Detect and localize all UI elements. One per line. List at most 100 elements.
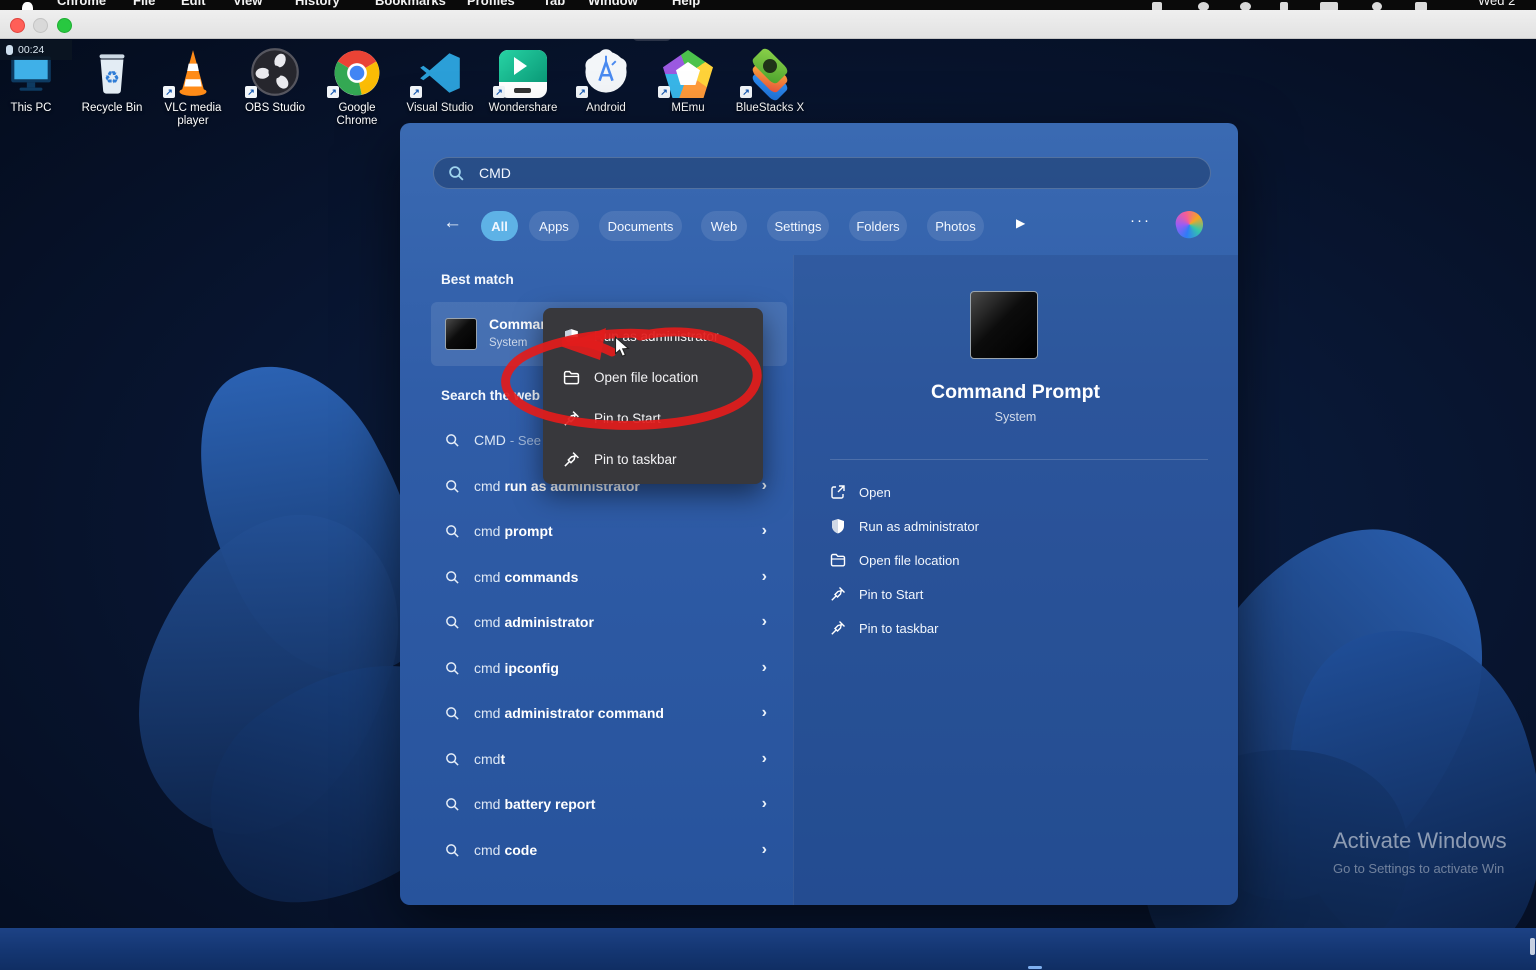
search-suggestion-row[interactable]: cmd administrator › <box>433 600 777 644</box>
status-icon[interactable] <box>1240 2 1251 10</box>
recycle-bin-icon: ♻ <box>72 44 152 98</box>
action-label: Open file location <box>859 552 960 568</box>
menubar-item-view[interactable]: View <box>233 0 262 8</box>
divider <box>830 459 1208 460</box>
shortcut-arrow-icon: ↗ <box>245 86 257 98</box>
suggestion-text: cmd <box>474 751 501 767</box>
action-label: Run as administrator <box>859 518 979 534</box>
search-icon <box>445 843 460 858</box>
filter-tab-apps[interactable]: Apps <box>529 211 579 241</box>
context-menu-item-pin-to-taskbar[interactable]: Pin to taskbar <box>543 439 763 480</box>
running-app-indicator <box>1028 966 1042 969</box>
control-center-icon[interactable] <box>1415 2 1427 10</box>
filter-overflow-arrow-icon[interactable]: ▶ <box>1016 216 1025 230</box>
search-web-header: Search the web <box>441 388 541 403</box>
filter-tab-web[interactable]: Web <box>701 211 747 241</box>
close-window-button[interactable] <box>10 18 25 33</box>
suggestion-text: cmd <box>474 523 501 539</box>
more-options-button[interactable]: ··· <box>1130 212 1151 229</box>
suggestion-note: - See <box>509 432 541 448</box>
shortcut-arrow-icon: ↗ <box>163 86 175 98</box>
best-match-subtitle: System <box>489 337 528 349</box>
filter-tab-folders[interactable]: Folders <box>849 211 907 241</box>
menubar-item-chrome[interactable]: Chrome <box>57 0 106 8</box>
search-suggestion-row[interactable]: cmd prompt › <box>433 509 777 553</box>
search-icon <box>445 479 460 494</box>
suggestion-text: cmd <box>474 660 501 676</box>
minimize-window-button[interactable] <box>33 18 48 33</box>
battery-icon[interactable] <box>1320 2 1338 10</box>
filter-tab-documents[interactable]: Documents <box>599 211 682 241</box>
menubar-item-help[interactable]: Help <box>672 0 700 8</box>
status-icon[interactable] <box>1280 2 1288 10</box>
desktop-icon-vlc[interactable]: ↗ VLC media player <box>153 44 233 128</box>
back-arrow-icon[interactable]: ← <box>443 212 462 234</box>
status-icon[interactable] <box>1198 2 1209 10</box>
context-menu-item-run-as-admin[interactable]: Run as administrator <box>543 316 763 357</box>
search-suggestion-row[interactable]: cmd ipconfig › <box>433 646 777 690</box>
spotlight-icon[interactable] <box>1372 2 1382 10</box>
menubar-item-history[interactable]: History <box>295 0 340 8</box>
desktop-icon-label: This PC <box>10 102 52 114</box>
desktop-icon-label: Visual Studio <box>406 102 474 114</box>
desktop-icon-memu[interactable]: ↗ MEmu <box>648 44 728 115</box>
search-suggestion-row[interactable]: cmd battery report › <box>433 782 777 826</box>
context-menu-item-pin-to-start[interactable]: Pin to Start <box>543 398 763 439</box>
filter-tab-settings[interactable]: Settings <box>767 211 829 241</box>
action-pin-to-start[interactable]: Pin to Start <box>830 580 1210 608</box>
desktop-icon-label: Recycle Bin <box>81 102 143 114</box>
google-chrome-icon: ↗ <box>317 44 397 98</box>
chevron-right-icon[interactable]: › <box>762 568 767 586</box>
action-open[interactable]: Open <box>830 478 1210 506</box>
search-icon <box>445 752 460 767</box>
folder-icon <box>563 370 580 385</box>
status-icon[interactable] <box>1152 2 1162 10</box>
desktop-icon-label: Android <box>586 102 626 114</box>
tray-edge-icon[interactable] <box>1530 938 1535 955</box>
zoom-window-button[interactable] <box>57 18 72 33</box>
chevron-right-icon[interactable]: › <box>762 522 767 540</box>
menubar-item-tab[interactable]: Tab <box>543 0 565 8</box>
suggestion-text-bold: prompt <box>504 523 553 539</box>
action-run-as-admin[interactable]: Run as administrator <box>830 512 1210 540</box>
search-suggestion-row[interactable]: cmd t › <box>433 737 777 781</box>
search-box[interactable] <box>433 157 1211 189</box>
chevron-right-icon[interactable]: › <box>762 841 767 859</box>
desktop-icon-obs[interactable]: ↗ OBS Studio <box>235 44 315 115</box>
desktop-icon-wondershare[interactable]: ↗ Wondershare <box>483 44 563 115</box>
filter-tab-photos[interactable]: Photos <box>927 211 984 241</box>
search-suggestion-row[interactable]: cmd code › <box>433 828 777 872</box>
search-suggestion-row[interactable]: cmd commands › <box>433 555 777 599</box>
filter-tab-all[interactable]: All <box>481 211 518 241</box>
watermark-title: Activate Windows <box>1333 828 1507 853</box>
menubar-item-window[interactable]: Window <box>588 0 638 8</box>
action-label: Open <box>859 484 891 500</box>
menubar-item-edit[interactable]: Edit <box>181 0 206 8</box>
chevron-right-icon[interactable]: › <box>762 750 767 768</box>
search-icon <box>445 797 460 812</box>
action-pin-to-taskbar[interactable]: Pin to taskbar <box>830 614 1210 642</box>
apple-menu-icon[interactable] <box>22 2 33 10</box>
context-menu-item-open-file-location[interactable]: Open file location <box>543 357 763 398</box>
desktop-icon-chrome[interactable]: ↗ Google Chrome <box>317 44 397 128</box>
search-input[interactable] <box>477 164 1081 182</box>
chevron-right-icon[interactable]: › <box>762 613 767 631</box>
action-open-file-location[interactable]: Open file location <box>830 546 1210 574</box>
search-icon <box>445 661 460 676</box>
desktop-icon-vscode[interactable]: ↗ Visual Studio <box>400 44 480 115</box>
chevron-right-icon[interactable]: › <box>762 704 767 722</box>
wondershare-filmora-icon: ↗ <box>483 44 563 98</box>
chevron-right-icon[interactable]: › <box>762 659 767 677</box>
command-prompt-icon <box>445 318 477 350</box>
desktop-icon-bluestacks[interactable]: ↗ BlueStacks X <box>730 44 810 115</box>
search-icon <box>445 570 460 585</box>
menubar-item-file[interactable]: File <box>133 0 155 8</box>
svg-text:♻: ♻ <box>104 67 120 87</box>
desktop-icon-android-studio[interactable]: ↗ Android <box>566 44 646 115</box>
menubar-clock[interactable]: Wed 2 <box>1478 0 1515 8</box>
menubar-item-bookmarks[interactable]: Bookmarks <box>375 0 446 8</box>
search-suggestion-row[interactable]: cmd administrator command › <box>433 691 777 735</box>
menubar-item-profiles[interactable]: Profiles <box>467 0 515 8</box>
chevron-right-icon[interactable]: › <box>762 795 767 813</box>
desktop-icon-recycle-bin[interactable]: ♻ Recycle Bin <box>72 44 152 115</box>
